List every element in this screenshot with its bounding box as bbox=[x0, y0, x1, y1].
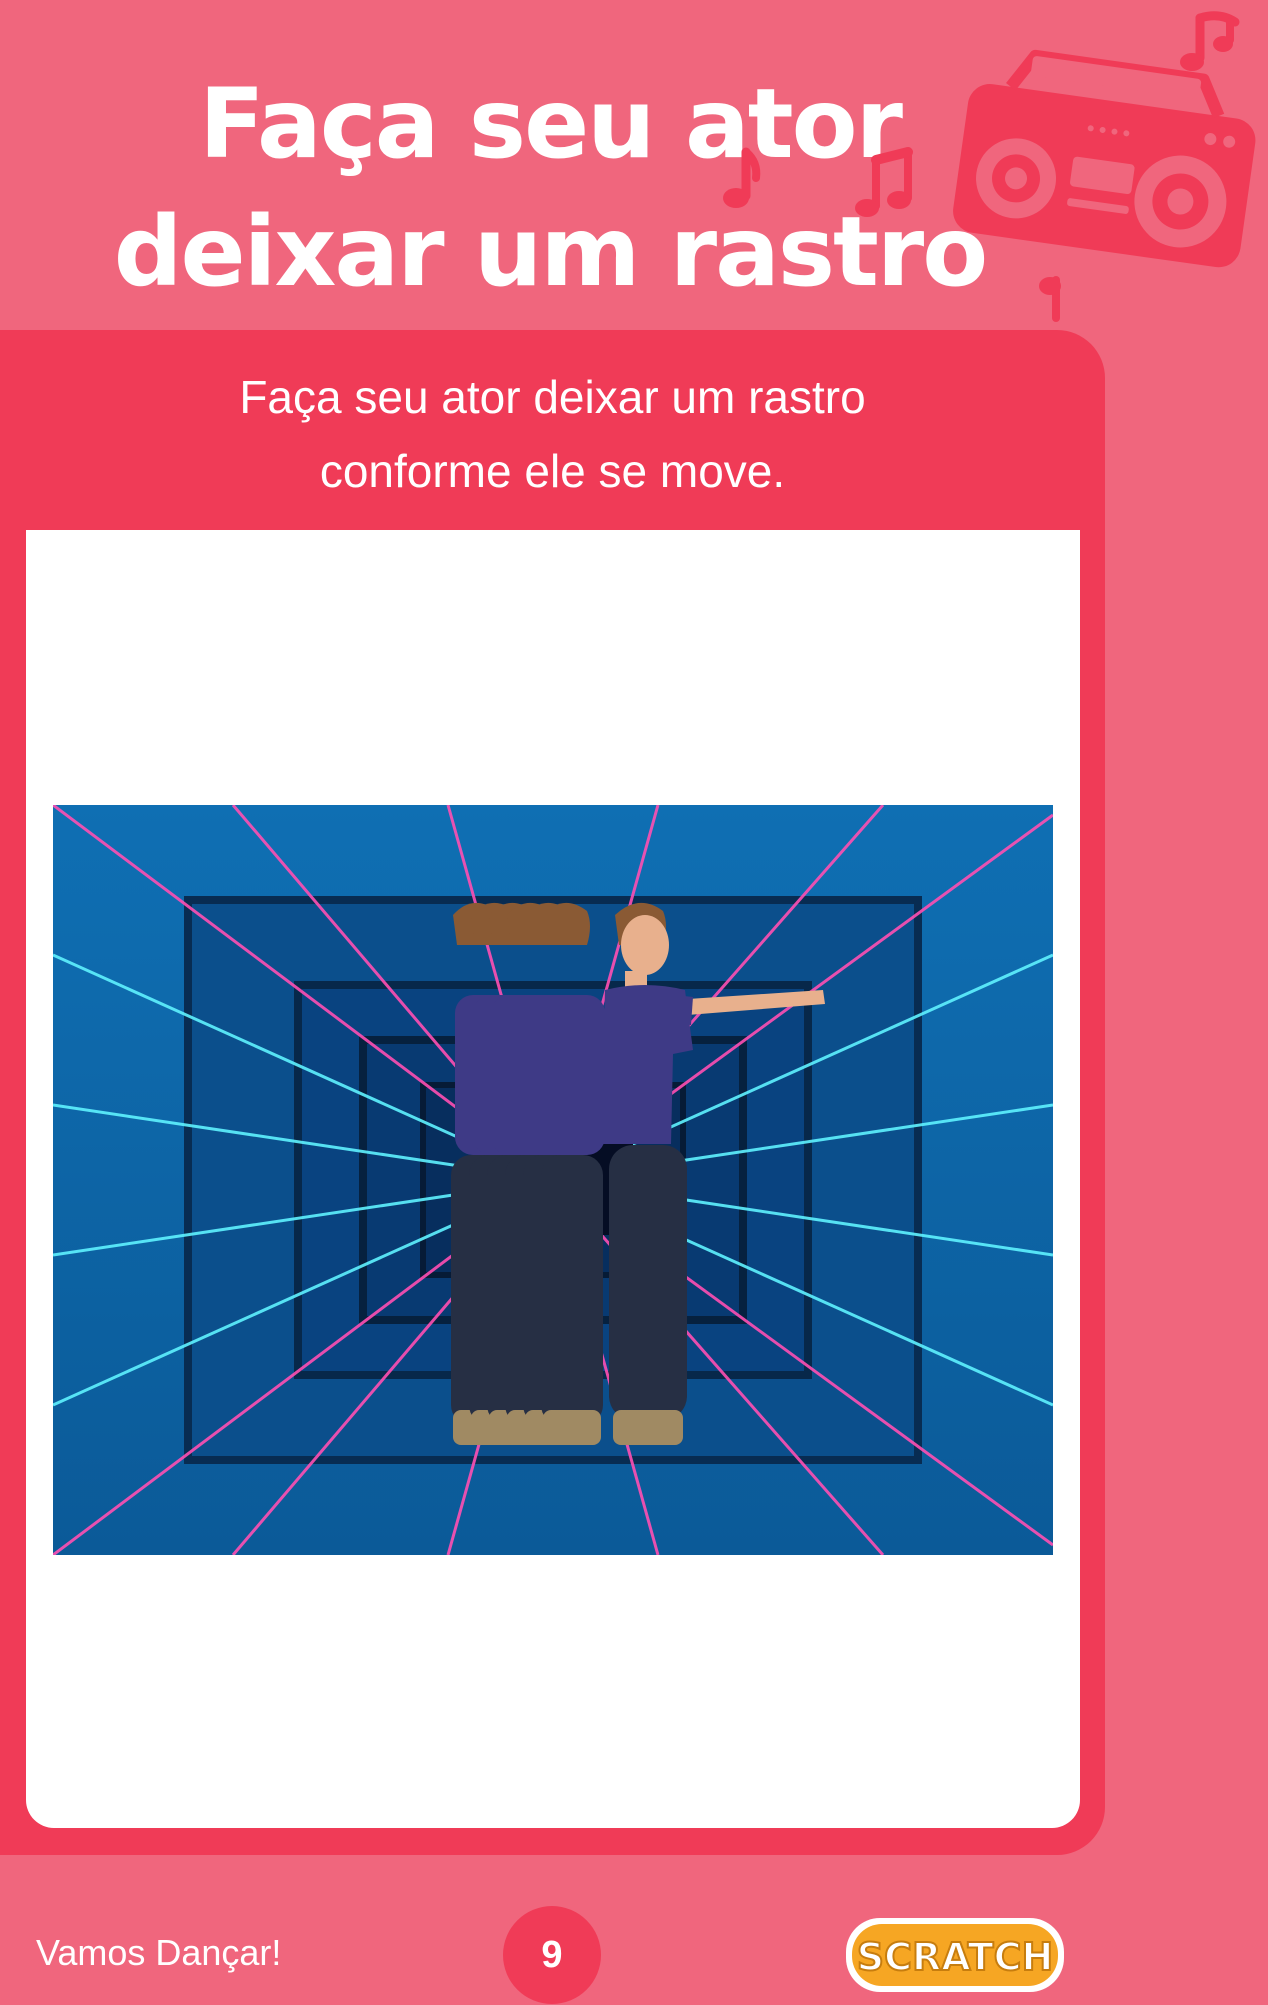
illustration-panel bbox=[26, 530, 1080, 1828]
instruction-card: Faça seu ator deixar um rastro conforme … bbox=[0, 330, 1105, 1855]
boombox-icon bbox=[723, 11, 1256, 322]
neon-tunnel-backdrop bbox=[53, 805, 1053, 1555]
footer-label: Vamos Dançar! bbox=[36, 1932, 282, 1973]
instruction-line-1: Faça seu ator deixar um rastro bbox=[239, 371, 866, 423]
music-note-icon bbox=[1180, 11, 1240, 71]
scratch-logo-text: SCRATCH bbox=[857, 1935, 1054, 1979]
music-note-icon bbox=[723, 147, 761, 208]
stage-image bbox=[53, 805, 1053, 1555]
music-note-icon bbox=[855, 147, 913, 217]
instruction-line-2: conforme ele se move. bbox=[319, 445, 786, 497]
scratch-logo: SCRATCH bbox=[846, 1918, 1064, 1992]
page-number: 9 bbox=[503, 1906, 601, 2004]
instruction-text: Faça seu ator deixar um rastro conforme … bbox=[0, 360, 1105, 508]
music-note-icon bbox=[1039, 276, 1061, 322]
